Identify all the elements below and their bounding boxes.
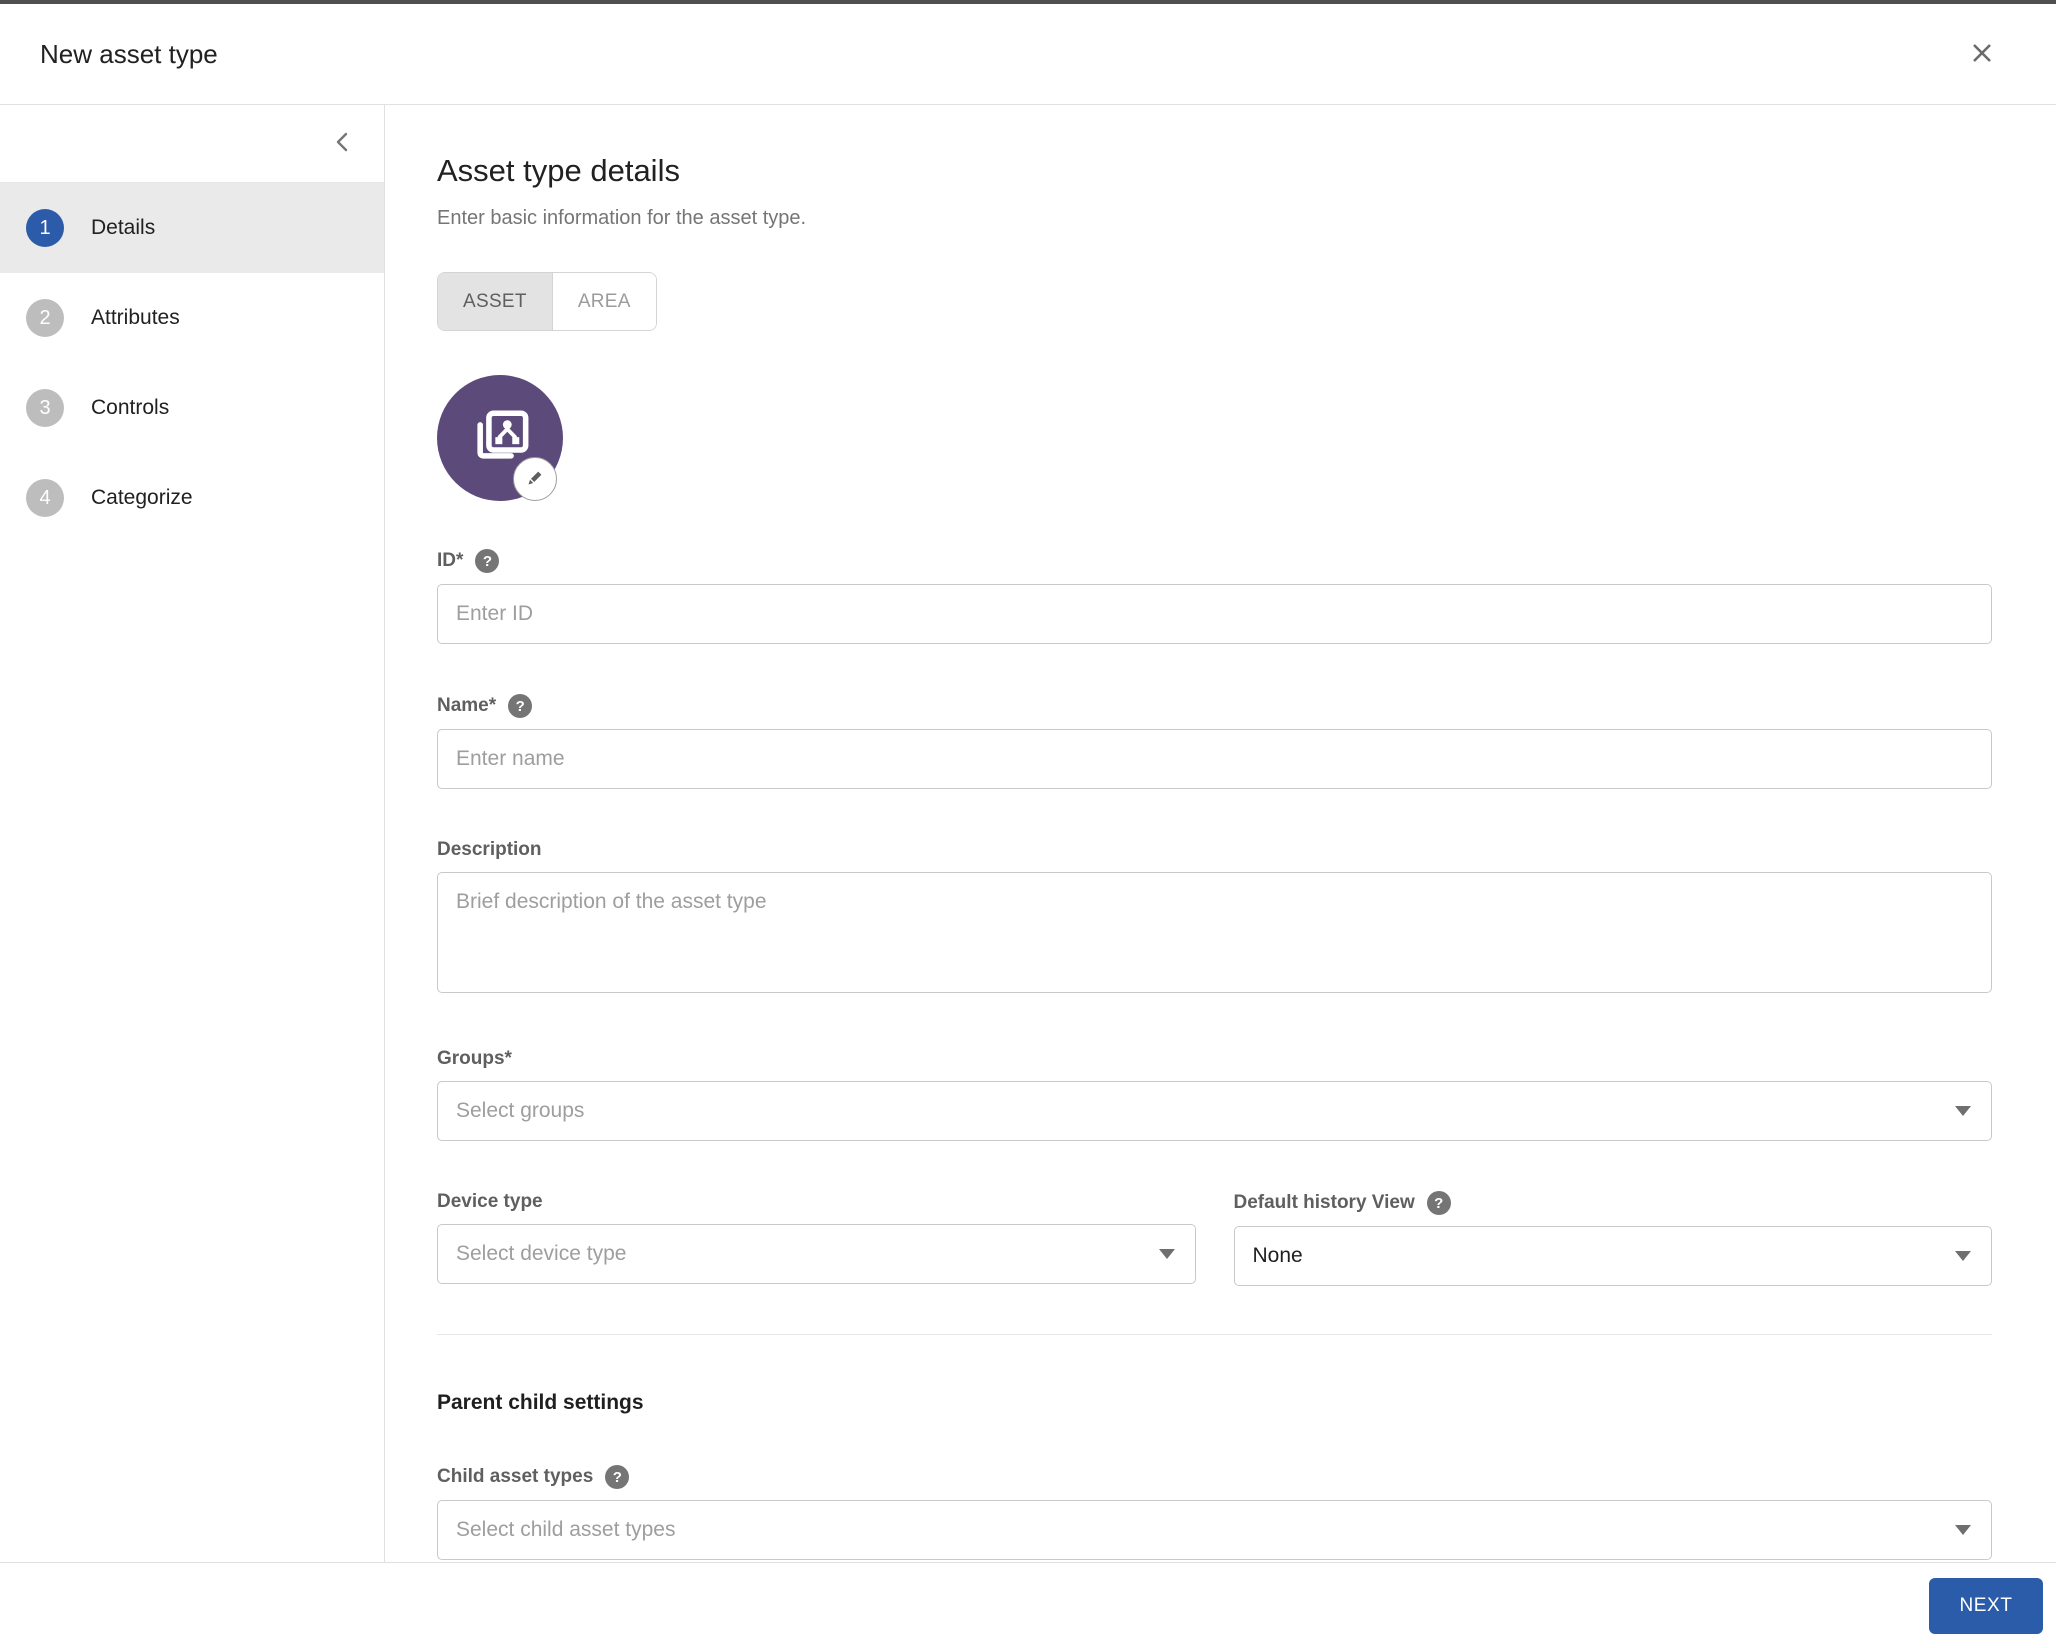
section-divider [437,1334,1992,1335]
pencil-icon [524,467,546,492]
collapse-sidebar-button[interactable] [332,130,354,157]
caret-down-icon [1955,1251,1971,1261]
child-asset-types-select-placeholder: Select child asset types [456,1518,675,1542]
step-number-badge: 1 [26,209,64,247]
id-label: ID* [437,550,463,572]
caret-down-icon [1159,1249,1175,1259]
next-button[interactable]: NEXT [1929,1578,2043,1634]
edit-avatar-button[interactable] [513,457,557,501]
step-details[interactable]: 1 Details [0,183,384,273]
groups-select[interactable]: Select groups [437,1081,1992,1141]
toggle-area-button[interactable]: AREA [553,273,656,330]
field-default-history-view: Default history View ? None [1234,1191,1993,1286]
step-label: Details [91,216,155,240]
sidebar-collapse-row [0,105,384,183]
caret-down-icon [1955,1106,1971,1116]
close-icon [1968,39,1996,70]
help-icon[interactable]: ? [508,694,532,718]
field-row-device-history: Device type Select device type Default h… [437,1191,1992,1286]
modal-title: New asset type [40,39,218,70]
asset-area-toggle: ASSET AREA [437,272,657,331]
step-attributes[interactable]: 2 Attributes [0,273,384,363]
help-icon[interactable]: ? [1427,1191,1451,1215]
wizard-sidebar: 1 Details 2 Attributes 3 Controls 4 Cate… [0,105,385,1562]
default-history-view-label: Default history View [1234,1192,1415,1214]
device-type-select-placeholder: Select device type [456,1242,626,1266]
modal-body: 1 Details 2 Attributes 3 Controls 4 Cate… [0,105,2056,1562]
default-history-view-value: None [1253,1244,1303,1268]
close-button[interactable] [1960,32,2004,76]
step-label: Categorize [91,486,193,510]
page-title: Asset type details [437,153,1992,189]
step-number-badge: 4 [26,479,64,517]
toggle-asset-button[interactable]: ASSET [438,273,553,330]
asset-type-avatar [437,375,563,501]
description-textarea[interactable] [437,872,1992,993]
device-type-select[interactable]: Select device type [437,1224,1196,1284]
device-type-label: Device type [437,1191,543,1213]
field-name: Name* ? [437,694,1992,789]
modal-footer: NEXT [0,1562,2056,1648]
field-device-type: Device type Select device type [437,1191,1196,1286]
details-form-panel: Asset type details Enter basic informati… [385,105,2056,1562]
help-icon[interactable]: ? [475,549,499,573]
name-input[interactable] [437,729,1992,789]
id-input[interactable] [437,584,1992,644]
wizard-steps: 1 Details 2 Attributes 3 Controls 4 Cate… [0,183,384,543]
field-groups: Groups* Select groups [437,1048,1992,1141]
step-label: Attributes [91,306,180,330]
child-asset-types-label: Child asset types [437,1466,593,1488]
groups-label: Groups* [437,1048,512,1070]
field-id: ID* ? [437,549,1992,644]
step-controls[interactable]: 3 Controls [0,363,384,453]
page-subtitle: Enter basic information for the asset ty… [437,207,1992,230]
step-categorize[interactable]: 4 Categorize [0,453,384,543]
groups-select-placeholder: Select groups [456,1099,584,1123]
field-child-asset-types: Child asset types ? Select child asset t… [437,1465,1992,1560]
caret-down-icon [1955,1525,1971,1535]
modal-header: New asset type [0,4,2056,105]
child-asset-types-select[interactable]: Select child asset types [437,1500,1992,1560]
field-description: Description [437,839,1992,998]
step-number-badge: 2 [26,299,64,337]
new-asset-type-modal: New asset type [0,0,2056,1648]
chevron-left-icon [332,130,354,157]
description-label: Description [437,839,542,861]
help-icon[interactable]: ? [605,1465,629,1489]
step-number-badge: 3 [26,389,64,427]
default-history-view-select[interactable]: None [1234,1226,1993,1286]
name-label: Name* [437,695,496,717]
parent-child-settings-heading: Parent child settings [437,1391,1992,1415]
step-label: Controls [91,396,169,420]
